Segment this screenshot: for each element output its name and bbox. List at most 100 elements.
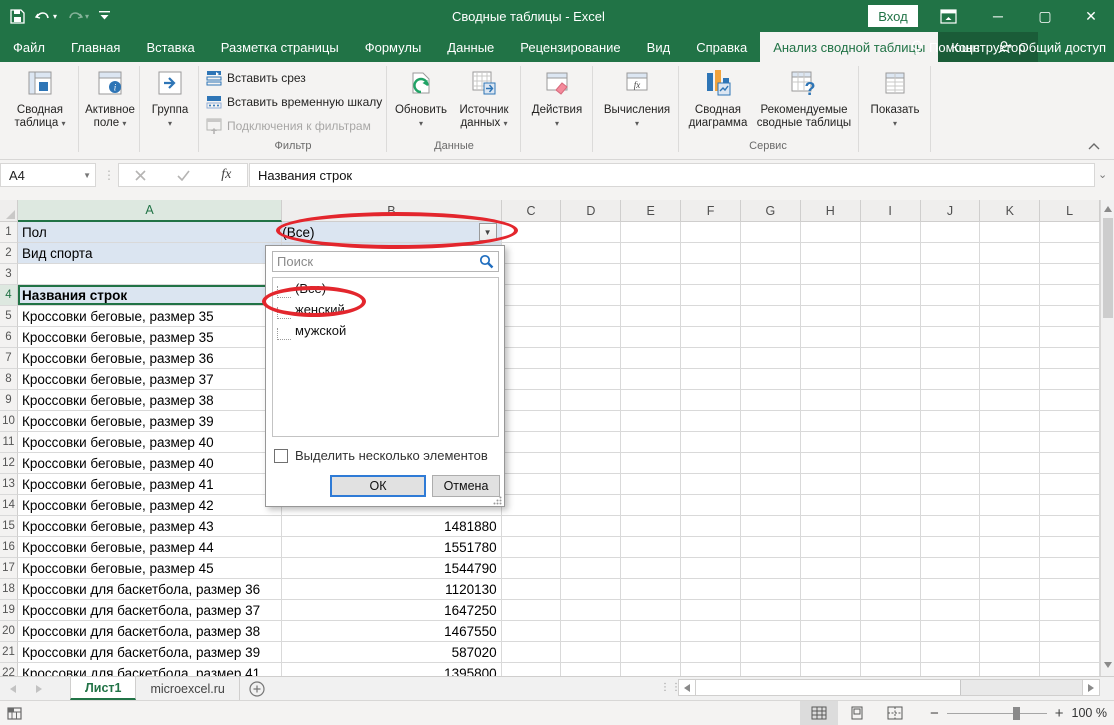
cell[interactable] <box>741 390 801 411</box>
cell[interactable] <box>861 495 921 516</box>
cell[interactable] <box>861 474 921 495</box>
cell[interactable] <box>681 663 741 676</box>
cell[interactable] <box>980 285 1040 306</box>
cell[interactable] <box>1040 453 1100 474</box>
cell[interactable] <box>741 348 801 369</box>
filter-item-all[interactable]: (Все) <box>273 278 498 299</box>
cell[interactable] <box>741 327 801 348</box>
column-header-d[interactable]: D <box>561 200 621 222</box>
cell[interactable] <box>561 474 621 495</box>
cell[interactable] <box>502 495 562 516</box>
cell[interactable] <box>1040 558 1100 579</box>
cell[interactable] <box>921 579 981 600</box>
cell[interactable] <box>741 621 801 642</box>
cell[interactable] <box>741 411 801 432</box>
cell[interactable] <box>561 390 621 411</box>
zoom-slider-thumb[interactable] <box>1013 707 1020 720</box>
search-icon[interactable] <box>479 254 494 269</box>
cell[interactable] <box>502 369 562 390</box>
horizontal-scroll-thumb[interactable] <box>696 680 961 695</box>
cell[interactable] <box>801 600 861 621</box>
cell[interactable] <box>1040 348 1100 369</box>
cell[interactable] <box>621 495 681 516</box>
cell[interactable] <box>921 642 981 663</box>
cell[interactable] <box>502 432 562 453</box>
cell-value[interactable]: 587020 <box>282 642 501 663</box>
cell[interactable] <box>502 264 562 285</box>
recommended-pivot-tables-button[interactable]: ? Рекомендуемыесводные таблицы <box>752 66 856 130</box>
select-multiple-checkbox[interactable]: Выделить несколько элементов <box>274 448 488 463</box>
column-header-j[interactable]: J <box>921 200 981 222</box>
row-header[interactable]: 16 <box>0 537 18 558</box>
cell[interactable] <box>681 306 741 327</box>
cell[interactable] <box>980 453 1040 474</box>
cell-value[interactable]: 1481880 <box>282 516 501 537</box>
cell[interactable] <box>921 348 981 369</box>
cell[interactable] <box>681 474 741 495</box>
cell[interactable] <box>502 243 562 264</box>
save-icon[interactable] <box>10 9 25 24</box>
cell[interactable] <box>561 621 621 642</box>
cell-value[interactable]: 1467550 <box>282 621 501 642</box>
cell[interactable] <box>801 285 861 306</box>
column-header-i[interactable]: I <box>861 200 921 222</box>
cell[interactable] <box>861 621 921 642</box>
cell[interactable] <box>681 537 741 558</box>
row-header[interactable]: 4 <box>0 285 18 306</box>
cell[interactable] <box>1040 642 1100 663</box>
cell[interactable] <box>621 621 681 642</box>
cell[interactable] <box>561 306 621 327</box>
cell[interactable] <box>861 222 921 243</box>
cell[interactable] <box>921 432 981 453</box>
cell-a4-selected[interactable]: Названия строк <box>18 285 282 306</box>
column-header-g[interactable]: G <box>741 200 801 222</box>
cell[interactable] <box>980 390 1040 411</box>
zoom-out-button[interactable]: − <box>930 705 939 722</box>
tab-formulas[interactable]: Формулы <box>352 32 435 62</box>
cell[interactable] <box>681 390 741 411</box>
cell[interactable] <box>861 516 921 537</box>
name-box-dropdown-caret[interactable]: ▼ <box>83 171 91 180</box>
cell[interactable] <box>1040 579 1100 600</box>
cell[interactable] <box>741 600 801 621</box>
cell[interactable] <box>801 621 861 642</box>
calculations-button[interactable]: fx Вычисления▾ <box>600 66 674 130</box>
enter-entry-icon[interactable] <box>177 170 190 181</box>
cell[interactable] <box>801 264 861 285</box>
cell[interactable] <box>980 264 1040 285</box>
cell[interactable] <box>502 663 562 676</box>
cell[interactable] <box>1040 390 1100 411</box>
resize-grip[interactable] <box>493 496 502 505</box>
row-header[interactable]: 15 <box>0 516 18 537</box>
row-header[interactable]: 7 <box>0 348 18 369</box>
cell[interactable] <box>561 327 621 348</box>
cell[interactable] <box>980 474 1040 495</box>
cell[interactable] <box>921 600 981 621</box>
cell[interactable] <box>801 243 861 264</box>
cell[interactable] <box>1040 537 1100 558</box>
scroll-left-arrow[interactable] <box>679 680 696 695</box>
cell[interactable] <box>502 306 562 327</box>
cell[interactable] <box>681 453 741 474</box>
cell[interactable] <box>861 390 921 411</box>
cell[interactable] <box>980 558 1040 579</box>
cell[interactable] <box>681 600 741 621</box>
cell[interactable] <box>741 537 801 558</box>
cell[interactable] <box>801 516 861 537</box>
row-header[interactable]: 9 <box>0 390 18 411</box>
select-all-corner[interactable] <box>0 200 18 222</box>
pivot-table-button[interactable]: Своднаятаблица ▾ <box>7 66 73 130</box>
cell[interactable] <box>980 663 1040 676</box>
cell[interactable] <box>561 348 621 369</box>
search-box[interactable] <box>272 251 499 272</box>
filter-item-male[interactable]: мужской <box>273 320 498 341</box>
cell[interactable] <box>1040 600 1100 621</box>
sheet-nav-left-icon[interactable] <box>0 677 26 700</box>
cell[interactable] <box>1040 411 1100 432</box>
cell[interactable] <box>561 642 621 663</box>
cell[interactable] <box>561 432 621 453</box>
zoom-slider[interactable] <box>947 713 1047 714</box>
cell[interactable] <box>681 579 741 600</box>
cell[interactable] <box>980 243 1040 264</box>
cell[interactable] <box>1040 516 1100 537</box>
